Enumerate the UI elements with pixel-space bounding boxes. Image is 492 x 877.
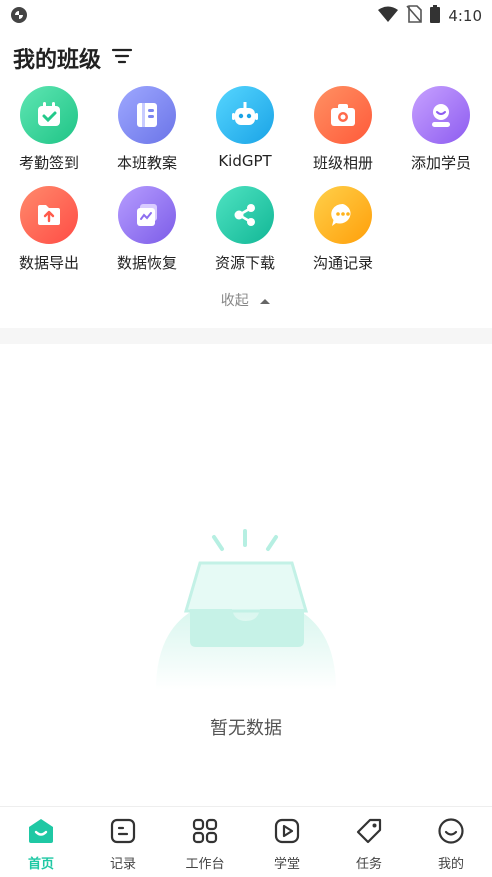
- grid-item-label: 班级相册: [312, 154, 373, 172]
- filter-icon[interactable]: [111, 47, 133, 69]
- add-student-icon: [412, 86, 470, 144]
- grid-item-attendance[interactable]: 考勤签到: [4, 86, 94, 176]
- grid-item-kidgpt[interactable]: KidGPT: [200, 86, 290, 176]
- class-header: 我的班级: [13, 42, 133, 74]
- tab-label: 任务: [355, 857, 382, 872]
- tab-task[interactable]: 任务: [328, 817, 410, 872]
- grid-item-label: 添加学员: [410, 154, 471, 172]
- grid-item-communication-record[interactable]: 沟通记录: [298, 186, 388, 276]
- page-title: 我的班级: [13, 48, 102, 73]
- section-divider: [0, 328, 492, 344]
- play-icon: [274, 818, 300, 844]
- grid-item-label: 数据导出: [18, 254, 79, 272]
- grid-item-resource-download[interactable]: 资源下载: [200, 186, 290, 276]
- triangle-up-icon: [253, 293, 271, 309]
- smile-icon: [438, 818, 464, 844]
- status-time: 4:10: [448, 7, 482, 25]
- tab-home[interactable]: 首页: [0, 817, 82, 872]
- home-icon: [29, 819, 53, 843]
- share-nodes-icon: [216, 186, 274, 244]
- app-notification-icon: [10, 6, 28, 24]
- tab-label: 我的: [437, 857, 464, 872]
- bottom-tab-bar: 首页 记录 工作台 学堂 任务 我的: [0, 806, 492, 877]
- tab-mine[interactable]: 我的: [410, 817, 492, 872]
- tab-label: 首页: [27, 857, 54, 872]
- status-bar: 4:10: [0, 0, 492, 30]
- empty-state-text: 暂无数据: [210, 718, 282, 739]
- record-icon: [110, 818, 136, 844]
- grid-item-class-album[interactable]: 班级相册: [298, 86, 388, 176]
- grid-item-label: KidGPT: [218, 152, 272, 170]
- grid-item-label: 考勤签到: [18, 154, 79, 172]
- empty-state: [0, 525, 492, 699]
- no-sim-icon: [406, 5, 423, 27]
- battery-icon: [430, 5, 441, 27]
- restore-icon: [118, 186, 176, 244]
- tab-academy[interactable]: 学堂: [246, 817, 328, 872]
- grid-item-add-student[interactable]: 添加学员: [396, 86, 486, 176]
- collapse-label: 收起: [220, 293, 249, 309]
- chat-bubble-icon: [314, 186, 372, 244]
- grid-item-lesson-plan[interactable]: 本班教案: [102, 86, 192, 176]
- export-icon: [20, 186, 78, 244]
- grid-item-data-restore[interactable]: 数据恢复: [102, 186, 192, 276]
- grid-item-label: 本班教案: [116, 154, 177, 172]
- camera-icon: [314, 86, 372, 144]
- collapse-toggle[interactable]: 收起: [0, 290, 492, 310]
- grid-item-label: 数据恢复: [116, 254, 177, 272]
- tab-label: 工作台: [185, 857, 225, 872]
- robot-icon: [216, 86, 274, 144]
- workbench-icon: [192, 818, 218, 844]
- lesson-plan-icon: [118, 86, 176, 144]
- tab-workbench[interactable]: 工作台: [164, 817, 246, 872]
- grid-item-label: 资源下载: [214, 254, 275, 272]
- calendar-check-icon: [20, 86, 78, 144]
- tab-label: 学堂: [273, 857, 300, 872]
- tag-icon: [356, 818, 382, 844]
- empty-box-illustration: [156, 529, 336, 690]
- tab-label: 记录: [109, 857, 136, 872]
- wifi-icon: [378, 6, 399, 26]
- tab-record[interactable]: 记录: [82, 817, 164, 872]
- grid-item-label: 沟通记录: [312, 254, 373, 272]
- grid-item-data-export[interactable]: 数据导出: [4, 186, 94, 276]
